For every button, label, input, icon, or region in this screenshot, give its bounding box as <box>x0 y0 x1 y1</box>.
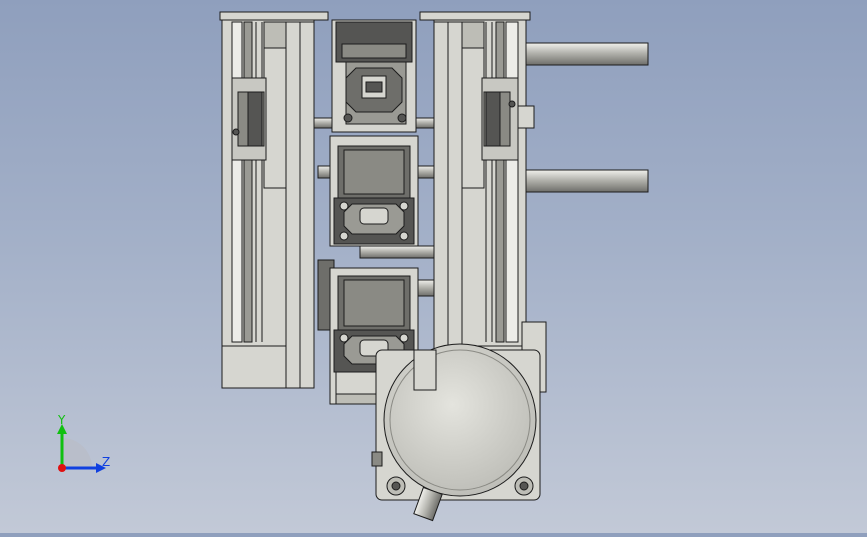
cross-rod <box>359 245 437 259</box>
lower-guide-rod <box>519 169 649 193</box>
z-axis-label: Z <box>102 455 110 469</box>
gripper-unit-top[interactable] <box>331 19 417 133</box>
gripper-unit-middle[interactable] <box>329 135 419 247</box>
upper-guide-rod <box>519 42 649 66</box>
right-linear-module[interactable] <box>419 11 547 393</box>
x-axis-dot <box>58 464 66 472</box>
cross-rod <box>417 279 437 297</box>
motor-bracket <box>413 349 437 391</box>
left-linear-module[interactable] <box>219 11 329 389</box>
assembly-model[interactable] <box>0 0 867 533</box>
drive-motor[interactable] <box>371 343 541 522</box>
y-axis-label: Y <box>57 413 66 427</box>
cad-graphics-viewport[interactable]: Y Z <box>0 0 867 533</box>
coordinate-triad: Y Z <box>57 413 110 473</box>
